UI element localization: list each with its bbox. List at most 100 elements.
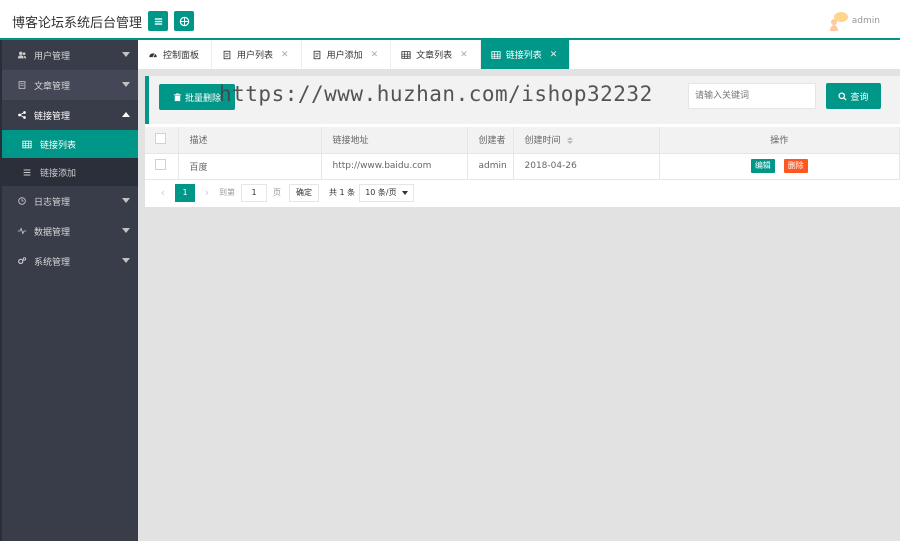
column-header-url: 链接地址 <box>321 127 468 154</box>
tab-article-list[interactable]: 文章列表 ✕ <box>391 40 481 69</box>
search-button[interactable]: 查询 <box>826 83 881 109</box>
top-header: 博客论坛系统后台管理 admin <box>0 0 900 40</box>
chevron-down-icon <box>401 190 408 195</box>
goto-confirm-button[interactable]: 确定 <box>289 183 319 202</box>
tab-user-list[interactable]: 用户列表 ✕ <box>212 40 302 69</box>
avatar <box>826 9 850 33</box>
goto-label: 到第 <box>219 188 235 197</box>
close-icon[interactable]: ✕ <box>281 50 289 60</box>
avatar-icon <box>829 12 848 31</box>
document-icon <box>18 81 26 89</box>
sidebar-item-label: 日志管理 <box>34 197 71 208</box>
tab-label: 链接列表 <box>505 51 542 61</box>
column-header-created[interactable]: 创建时间 <box>513 127 660 154</box>
table-icon <box>491 50 501 59</box>
search-icon <box>838 91 848 101</box>
chevron-down-icon <box>122 198 130 203</box>
cell-creator: admin <box>467 153 514 180</box>
tab-label: 文章列表 <box>416 51 453 61</box>
tab-dashboard[interactable]: 控制面板 <box>138 40 213 69</box>
cell-url: http://www.baidu.com <box>321 153 468 180</box>
edit-button[interactable]: 编辑 <box>750 159 775 173</box>
main-content: 控制面板 用户列表 ✕ 用户添加 ✕ 文章列表 ✕ 链接列表 ✕ 批量删除 ht… <box>138 40 900 541</box>
table-row: 百度 http://www.baidu.com admin 2018-04-26… <box>145 153 900 180</box>
table-header-row: 描述 链接地址 创建者 创建时间 操作 <box>145 127 900 154</box>
list-icon <box>23 169 31 175</box>
menu-toggle-button[interactable] <box>148 11 168 31</box>
column-header-created-label: 创建时间 <box>524 136 561 147</box>
page-size-value: 10 条/页 <box>365 187 397 197</box>
chevron-down-icon <box>122 52 130 57</box>
close-icon[interactable]: ✕ <box>460 50 468 60</box>
tab-bar: 控制面板 用户列表 ✕ 用户添加 ✕ 文章列表 ✕ 链接列表 ✕ <box>138 40 900 70</box>
tab-label: 用户列表 <box>237 51 274 61</box>
sort-icon[interactable] <box>566 137 573 145</box>
next-page-icon[interactable]: › <box>199 186 215 199</box>
column-header-desc: 描述 <box>178 127 322 154</box>
sidebar-item-link-add[interactable]: 链接添加 <box>2 158 138 186</box>
app-title: 博客论坛系统后台管理 <box>12 16 143 31</box>
page-size-select[interactable]: 10 条/页 <box>359 183 414 202</box>
total-count: 共 1 条 <box>329 188 356 197</box>
pagination: ‹ 1 › 到第 1 页 确定 共 1 条 10 条/页 <box>145 180 900 206</box>
page-unit: 页 <box>273 188 281 197</box>
close-icon[interactable]: ✕ <box>371 50 379 60</box>
trash-icon <box>173 92 182 101</box>
sidebar-item-label: 文章管理 <box>34 81 71 92</box>
link-submenu: 链接列表 链接添加 <box>2 130 138 186</box>
sidebar: 用户管理 文章管理 链接管理 链接列表 链接添加 日志管理 数据管理 系统管理 <box>0 40 138 541</box>
users-icon <box>17 51 27 59</box>
tab-label: 控制面板 <box>163 51 200 61</box>
search-input[interactable] <box>688 83 816 109</box>
toolbar: 批量删除 https://www.huzhan.com/ishop32232 查… <box>145 76 900 124</box>
user-menu[interactable]: admin <box>826 9 880 33</box>
sidebar-item-article-management[interactable]: 文章管理 <box>2 70 138 100</box>
row-checkbox[interactable] <box>155 159 166 170</box>
sidebar-item-user-management[interactable]: 用户管理 <box>2 40 138 70</box>
clock-icon <box>18 197 26 205</box>
tab-label: 用户添加 <box>326 51 363 61</box>
sidebar-item-log-management[interactable]: 日志管理 <box>2 186 138 216</box>
sidebar-item-data-management[interactable]: 数据管理 <box>2 216 138 246</box>
sidebar-item-label: 数据管理 <box>34 227 71 238</box>
select-all-cell <box>145 127 179 154</box>
chevron-up-icon <box>122 112 130 117</box>
cell-created: 2018-04-26 <box>513 153 660 180</box>
delete-button[interactable]: 删除 <box>783 159 808 173</box>
goto-page-input[interactable]: 1 <box>241 183 267 202</box>
search-label: 查询 <box>850 92 869 103</box>
column-header-creator: 创建者 <box>467 127 514 154</box>
row-select-cell <box>145 153 179 180</box>
sidebar-item-label: 链接列表 <box>40 140 77 151</box>
current-page[interactable]: 1 <box>175 183 195 202</box>
link-table: 描述 链接地址 创建者 创建时间 操作 百度 http://www.baidu.… <box>145 127 900 180</box>
share-icon <box>18 111 26 119</box>
select-all-checkbox[interactable] <box>155 132 166 144</box>
globe-button[interactable] <box>174 11 194 31</box>
tab-link-list[interactable]: 链接列表 ✕ <box>480 40 571 69</box>
prev-page-icon[interactable]: ‹ <box>155 186 171 199</box>
sidebar-item-label: 链接管理 <box>34 111 71 122</box>
cell-actions: 编辑 删除 <box>659 153 900 180</box>
username: admin <box>851 16 880 26</box>
hamburger-icon <box>154 17 162 25</box>
sidebar-item-label: 用户管理 <box>34 51 71 62</box>
pulse-icon <box>17 227 27 235</box>
chevron-down-icon <box>122 258 130 263</box>
globe-icon <box>179 16 189 26</box>
sidebar-item-label: 系统管理 <box>34 257 71 268</box>
watermark: https://www.huzhan.com/ishop32232 <box>219 82 653 106</box>
cell-desc: 百度 <box>178 153 322 180</box>
column-header-actions: 操作 <box>659 127 900 154</box>
table-icon <box>401 50 411 59</box>
table-icon <box>22 140 32 148</box>
sidebar-item-link-management[interactable]: 链接管理 <box>2 100 138 130</box>
link-list-panel: 批量删除 https://www.huzhan.com/ishop32232 查… <box>145 76 900 207</box>
close-icon[interactable]: ✕ <box>550 50 558 60</box>
sidebar-item-system-management[interactable]: 系统管理 <box>2 246 138 276</box>
sidebar-item-label: 链接添加 <box>40 168 77 179</box>
chevron-down-icon <box>122 82 130 87</box>
sidebar-item-link-list[interactable]: 链接列表 <box>2 130 138 158</box>
tab-user-add[interactable]: 用户添加 ✕ <box>302 40 392 69</box>
dashboard-icon <box>149 52 157 57</box>
